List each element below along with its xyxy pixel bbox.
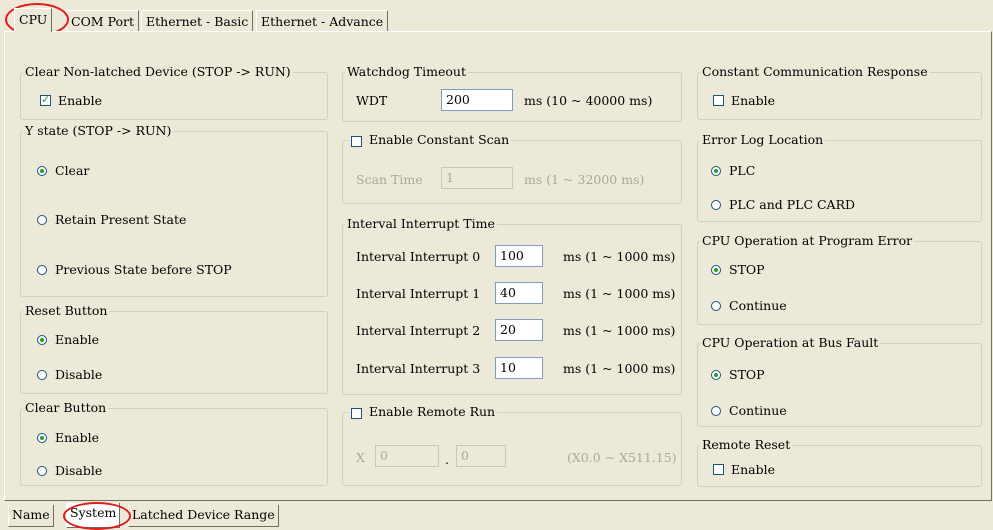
radio-dot <box>37 335 47 345</box>
clear-nonlatched-enable-checkbox[interactable]: Enable <box>40 92 102 109</box>
bottom-tab-system[interactable]: System <box>66 503 121 528</box>
program-error-stop-radio[interactable]: STOP <box>711 262 765 278</box>
interval-interrupt-3-label: Interval Interrupt 3 <box>356 361 481 376</box>
constant-comm-enable-checkbox[interactable]: Enable <box>713 93 775 109</box>
bottom-tab-latched-device-range[interactable]: Latched Device Range <box>128 505 279 527</box>
tab-com-port[interactable]: COM Port <box>66 10 140 31</box>
program-error-title: CPU Operation at Program Error <box>700 233 915 249</box>
radio-dot <box>37 466 47 476</box>
radio-dot <box>711 406 721 416</box>
remote-run-range: (X0.0 ~ X511.15) <box>567 450 677 465</box>
radio-dot <box>711 265 721 275</box>
y-state-title: Y state (STOP -> RUN) <box>23 123 174 139</box>
radio-dot <box>711 200 721 210</box>
tab-ethernet-basic[interactable]: Ethernet - Basic <box>141 10 254 31</box>
top-tab-strip: CPU COM Port Ethernet - Basic Ethernet -… <box>0 0 993 35</box>
tab-ethernet-advance[interactable]: Ethernet - Advance <box>256 10 389 31</box>
clear-button-title: Clear Button <box>23 400 109 416</box>
y-state-previous-radio[interactable]: Previous State before STOP <box>37 262 232 278</box>
interval-interrupt-0-range: ms (1 ~ 1000 ms) <box>563 249 676 264</box>
constant-comm-title: Constant Communication Response <box>700 64 930 80</box>
radio-dot <box>711 301 721 311</box>
interval-interrupt-3-input[interactable]: 10 <box>495 357 543 379</box>
program-error-continue-radio[interactable]: Continue <box>711 298 787 314</box>
interval-interrupt-2-range: ms (1 ~ 1000 ms) <box>563 323 676 338</box>
interval-interrupt-1-label: Interval Interrupt 1 <box>356 286 481 301</box>
radio-dot <box>37 215 47 225</box>
remote-reset-title: Remote Reset <box>700 437 793 453</box>
radio-dot <box>711 370 721 380</box>
bus-fault-stop-radio[interactable]: STOP <box>711 367 765 383</box>
interval-interrupt-title: Interval Interrupt Time <box>345 216 497 232</box>
clear-enable-radio[interactable]: Enable <box>37 430 99 446</box>
radio-dot <box>37 370 47 380</box>
checkbox-box <box>713 464 724 475</box>
interval-interrupt-2-input[interactable]: 20 <box>495 319 543 341</box>
remote-run-bit-input[interactable]: 0 <box>456 445 506 467</box>
bus-fault-continue-radio[interactable]: Continue <box>711 403 787 419</box>
scan-time-input[interactable]: 1 <box>441 167 513 189</box>
reset-enable-radio[interactable]: Enable <box>37 332 99 348</box>
tab-cpu[interactable]: CPU <box>14 8 53 32</box>
clear-disable-radio[interactable]: Disable <box>37 463 102 479</box>
interval-interrupt-3-range: ms (1 ~ 1000 ms) <box>563 361 676 376</box>
wdt-input[interactable]: 200 <box>441 89 513 111</box>
interval-interrupt-0-label: Interval Interrupt 0 <box>356 249 481 264</box>
remote-run-x-input[interactable]: 0 <box>375 445 439 467</box>
error-log-plc-radio[interactable]: PLC <box>711 163 755 179</box>
scan-time-label: Scan Time <box>356 172 423 187</box>
radio-dot <box>37 166 47 176</box>
bottom-tab-name[interactable]: Name <box>8 505 54 527</box>
constant-scan-checkbox[interactable]: Enable Constant Scan <box>349 132 512 148</box>
y-state-clear-radio[interactable]: Clear <box>37 163 89 179</box>
checkbox-box <box>713 95 724 106</box>
error-log-title: Error Log Location <box>700 132 826 148</box>
reset-button-title: Reset Button <box>23 303 110 319</box>
radio-dot <box>711 166 721 176</box>
checkbox-box <box>40 92 51 108</box>
remote-run-x-label: X <box>356 450 365 465</box>
remote-reset-enable-checkbox[interactable]: Enable <box>713 462 775 478</box>
remote-run-checkbox[interactable]: Enable Remote Run <box>349 404 498 420</box>
remote-run-separator: . <box>445 452 449 467</box>
interval-interrupt-1-range: ms (1 ~ 1000 ms) <box>563 286 676 301</box>
checkbox-box <box>351 408 362 419</box>
y-state-retain-radio[interactable]: Retain Present State <box>37 212 186 228</box>
checkbox-box <box>351 136 362 147</box>
bus-fault-title: CPU Operation at Bus Fault <box>700 335 881 351</box>
wdt-label: WDT <box>356 93 388 108</box>
interval-interrupt-1-input[interactable]: 40 <box>495 282 543 304</box>
interval-interrupt-2-label: Interval Interrupt 2 <box>356 323 481 338</box>
interval-interrupt-0-input[interactable]: 100 <box>495 245 543 267</box>
radio-dot <box>37 433 47 443</box>
radio-dot <box>37 265 47 275</box>
reset-disable-radio[interactable]: Disable <box>37 367 102 383</box>
watchdog-title: Watchdog Timeout <box>345 64 468 80</box>
error-log-plc-card-radio[interactable]: PLC and PLC CARD <box>711 197 855 213</box>
scan-time-range: ms (1 ~ 32000 ms) <box>524 172 645 187</box>
clear-nonlatched-title: Clear Non-latched Device (STOP -> RUN) <box>23 64 293 80</box>
wdt-range: ms (10 ~ 40000 ms) <box>524 93 653 108</box>
